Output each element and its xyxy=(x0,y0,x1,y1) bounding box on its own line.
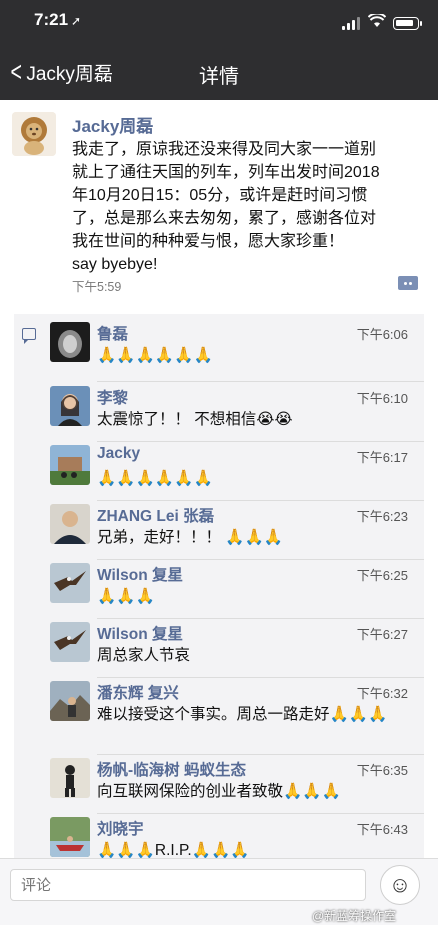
divider xyxy=(97,500,424,501)
post-time: 下午5:59 xyxy=(72,280,122,294)
post-content-line: 就上了通往天国的列车，列车出发时间2018 xyxy=(72,164,380,181)
commenter-name[interactable]: Wilson 复星 xyxy=(97,563,183,585)
commenter-avatar[interactable] xyxy=(50,817,90,857)
post-author[interactable]: Jacky周磊 xyxy=(72,112,153,137)
commenter-name[interactable]: Jacky xyxy=(97,445,140,463)
commenter-avatar[interactable] xyxy=(50,445,90,485)
commenter-name[interactable]: 刘晓宇 xyxy=(97,817,144,839)
commenter-avatar[interactable] xyxy=(50,758,90,798)
post-content: 我走了，原谅我还没来得及同大家一一道别 就上了通往天国的列车，列车出发时间201… xyxy=(72,138,424,276)
comment-text: 🙏🙏🙏R.I.P.🙏🙏🙏 xyxy=(97,842,250,858)
commenter-name[interactable]: 潘东辉 复兴 xyxy=(97,681,179,703)
comment-time: 下午6:23 xyxy=(356,509,408,524)
comment-text: 🙏🙏🙏 xyxy=(97,588,155,605)
comment-bar: ☺ @新蓝筹操作室 xyxy=(0,858,438,925)
post-content-line: 年10月20日15：05分，或许是赶时间习惯 xyxy=(72,187,368,204)
comment-time: 下午6:43 xyxy=(356,822,408,837)
commenter-avatar[interactable] xyxy=(50,504,90,544)
comment-time: 下午6:35 xyxy=(356,763,408,778)
more-actions-button[interactable] xyxy=(398,276,418,290)
post-content-line: 我走了，原谅我还没来得及同大家一一道别 xyxy=(72,141,377,158)
commenter-avatar[interactable] xyxy=(50,386,90,426)
author-avatar[interactable] xyxy=(12,112,56,156)
comment-time: 下午6:06 xyxy=(356,327,408,342)
status-time: 7:21 ➚ xyxy=(34,10,82,29)
comment-time: 下午6:32 xyxy=(356,686,408,701)
commenter-name[interactable]: Wilson 复星 xyxy=(97,622,183,644)
divider xyxy=(97,813,424,814)
post-content-line: 我在世间的种种爱与恨，愿大家珍重！ xyxy=(72,233,345,250)
wifi-icon xyxy=(367,12,387,32)
watermark: @新蓝筹操作室 xyxy=(312,909,397,923)
divider xyxy=(97,559,424,560)
emoji-button[interactable]: ☺ xyxy=(380,865,420,905)
cellular-signal-icon xyxy=(342,16,362,30)
divider xyxy=(97,618,424,619)
navigation-bar: < Jacky周磊 详情 xyxy=(0,54,438,94)
comment-time: 下午6:25 xyxy=(356,568,408,583)
commenter-avatar[interactable] xyxy=(50,622,90,662)
comment-time: 下午6:10 xyxy=(356,391,408,406)
comment-text: 🙏🙏🙏🙏🙏🙏 xyxy=(97,470,213,487)
commenter-name[interactable]: 杨帆-临海树 蚂蚁生态 xyxy=(97,758,246,780)
comment-text: 向互联网保险的创业者致敬🙏🙏🙏 xyxy=(97,783,341,800)
post-content-line: 了，总是那么来去匆匆，累了，感谢各位对 xyxy=(72,210,377,227)
status-bar: 7:21 ➚ xyxy=(0,8,438,38)
smiley-icon: ☺ xyxy=(388,872,412,897)
comment-text: 🙏🙏🙏🙏🙏🙏 xyxy=(97,347,213,364)
commenter-avatar[interactable] xyxy=(50,322,90,362)
commenter-name[interactable]: 李黎 xyxy=(97,386,128,408)
comment-text: 兄弟，走好！！！ 🙏🙏🙏 xyxy=(97,529,284,546)
battery-icon xyxy=(393,17,422,30)
location-arrow-icon: ➚ xyxy=(71,14,82,28)
commenter-name[interactable]: 鲁磊 xyxy=(97,322,128,344)
comment-text: 难以接受这个事实。周总一路走好🙏🙏🙏 xyxy=(97,706,388,723)
comment-icon xyxy=(22,328,36,344)
comments-section: 鲁磊 下午6:06 🙏🙏🙏🙏🙏🙏 李黎 下午6:10 太震惊了！！ 不想相信😭😭… xyxy=(14,314,424,858)
divider xyxy=(97,754,424,755)
commenter-avatar[interactable] xyxy=(50,681,90,721)
comment-text: 周总家人节哀 xyxy=(97,647,191,664)
lion-plush-avatar-image xyxy=(12,112,56,156)
comment-time: 下午6:27 xyxy=(356,627,408,642)
post-content-line: say byebye! xyxy=(72,256,158,273)
divider xyxy=(97,441,424,442)
comment-time: 下午6:17 xyxy=(356,450,408,465)
commenter-name[interactable]: ZHANG Lei 张磊 xyxy=(97,504,214,526)
comment-text: 太震惊了！！ 不想相信😭😭 xyxy=(97,411,293,428)
page-title: 详情 xyxy=(199,66,239,88)
commenter-avatar[interactable] xyxy=(50,563,90,603)
divider xyxy=(97,381,424,382)
top-bar: 7:21 ➚ < Jacky周磊 详情 xyxy=(0,0,438,100)
divider xyxy=(97,677,424,678)
comment-input[interactable] xyxy=(10,869,366,901)
